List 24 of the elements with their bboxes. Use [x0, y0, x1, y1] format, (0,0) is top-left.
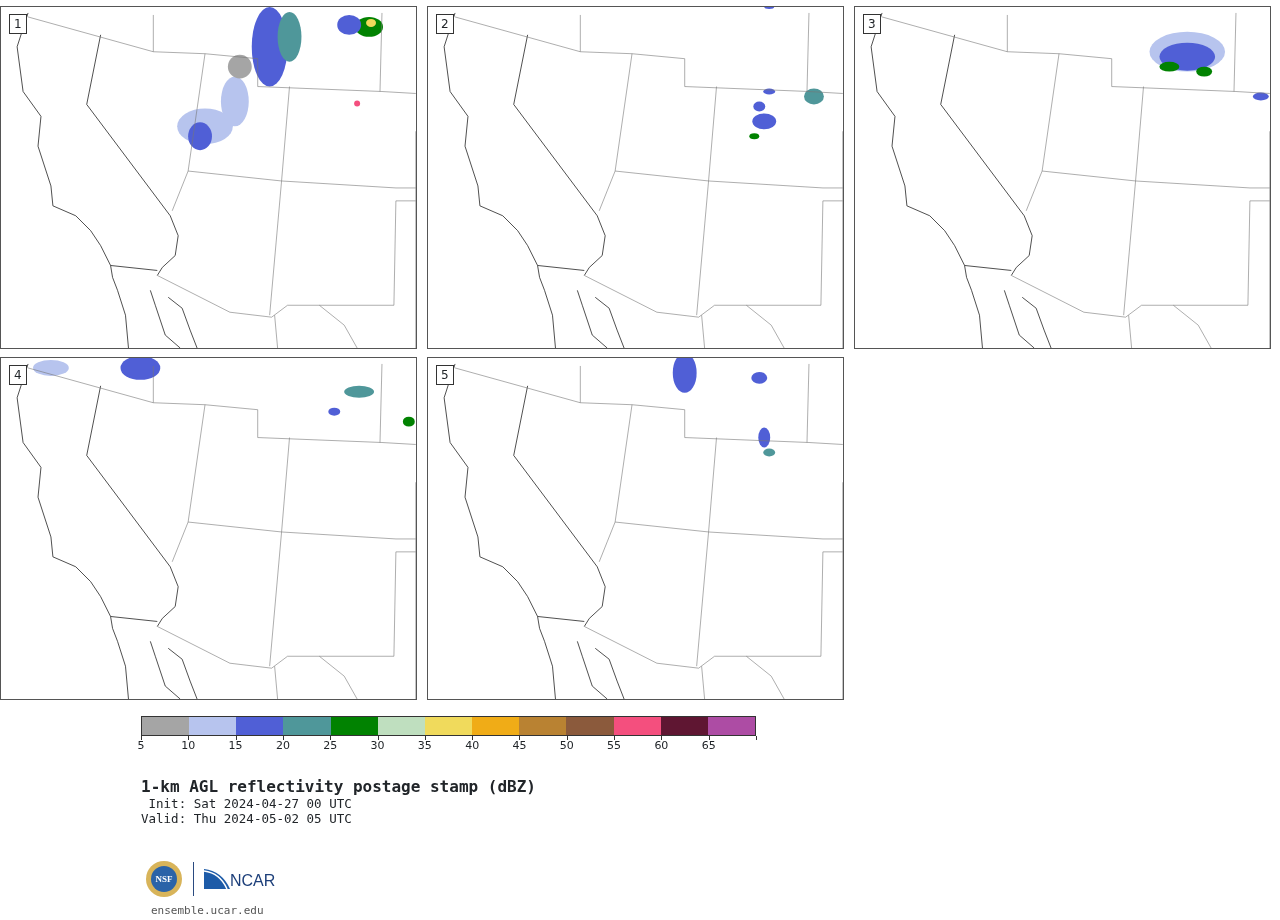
- tick-label: 35: [417, 740, 432, 752]
- panel-number: 4: [9, 365, 27, 385]
- nsf-logo: NSF: [145, 860, 183, 898]
- tick-label: 45: [512, 740, 527, 752]
- tick-label: 60: [654, 740, 669, 752]
- tick-label: 20: [275, 740, 290, 752]
- tick-label: 30: [370, 740, 385, 752]
- tick-label: 40: [465, 740, 480, 752]
- website-url: ensemble.ucar.edu: [151, 903, 265, 919]
- panel-number: 5: [436, 365, 454, 385]
- panel-number: 1: [9, 14, 27, 34]
- tick-label: 15: [228, 740, 243, 752]
- tick-label: 50: [559, 740, 574, 752]
- panel-number: 3: [863, 14, 881, 34]
- init-time: Init: Sat 2024-04-27 00 UTC: [147, 796, 353, 811]
- tick-label: 10: [181, 740, 196, 752]
- valid-time: Valid: Thu 2024-05-02 05 UTC: [141, 811, 353, 826]
- ncar-logo: NCAR: [204, 869, 276, 889]
- tick-label: 5: [137, 740, 145, 752]
- tick-label: 65: [701, 740, 716, 752]
- panel-number: 2: [436, 14, 454, 34]
- chart-title: 1-km AGL reflectivity postage stamp (dBZ): [141, 778, 537, 796]
- tick-label: 55: [607, 740, 622, 752]
- tick-label: 25: [323, 740, 338, 752]
